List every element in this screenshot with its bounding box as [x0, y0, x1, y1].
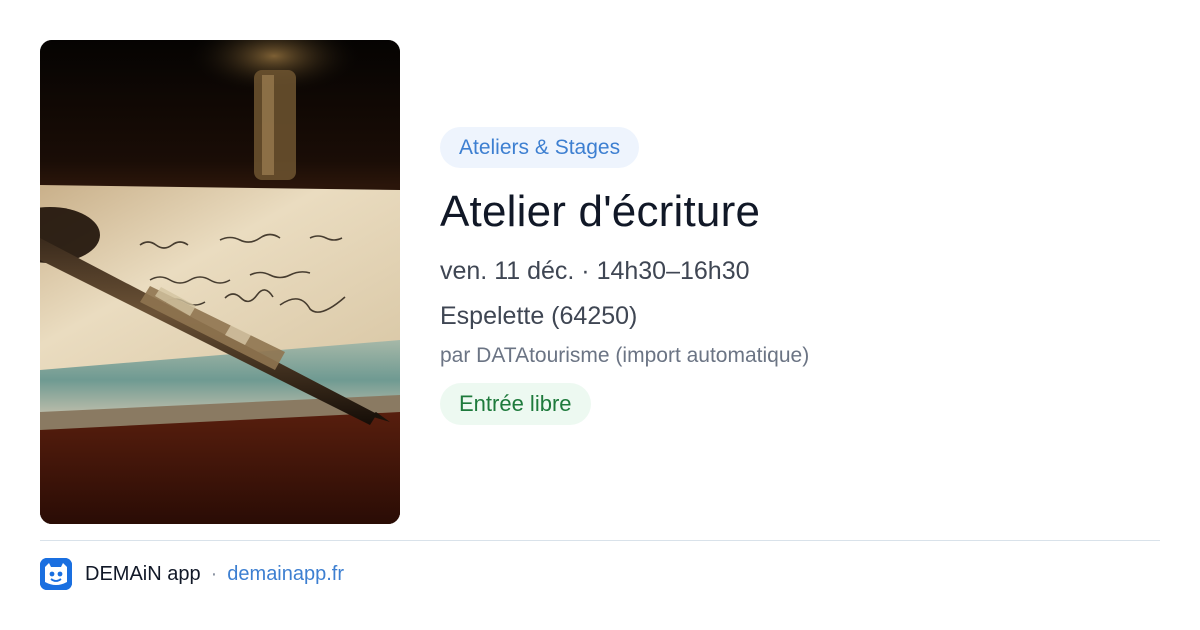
event-datetime: ven. 11 déc. · 14h30–16h30	[440, 257, 750, 285]
category-badge[interactable]: Ateliers & Stages	[440, 127, 640, 168]
demain-app-logo-icon[interactable]	[40, 558, 72, 590]
footer-separator: ·	[210, 562, 218, 585]
event-title: Atelier d'écriture	[440, 187, 761, 236]
app-url-link[interactable]: demainapp.fr	[227, 563, 344, 586]
event-source: par DATAtourisme (import automatique)	[440, 344, 810, 367]
app-name: DEMAiN app	[85, 562, 201, 585]
event-location: Espelette (64250)	[440, 302, 638, 330]
footer-divider	[40, 540, 1160, 541]
footer: DEMAiN app · demainapp.fr	[40, 557, 344, 591]
event-details: Ateliers & Stages Atelier d'écriture ven…	[440, 127, 1160, 425]
event-photo	[40, 40, 400, 524]
price-badge: Entrée libre	[440, 383, 591, 425]
